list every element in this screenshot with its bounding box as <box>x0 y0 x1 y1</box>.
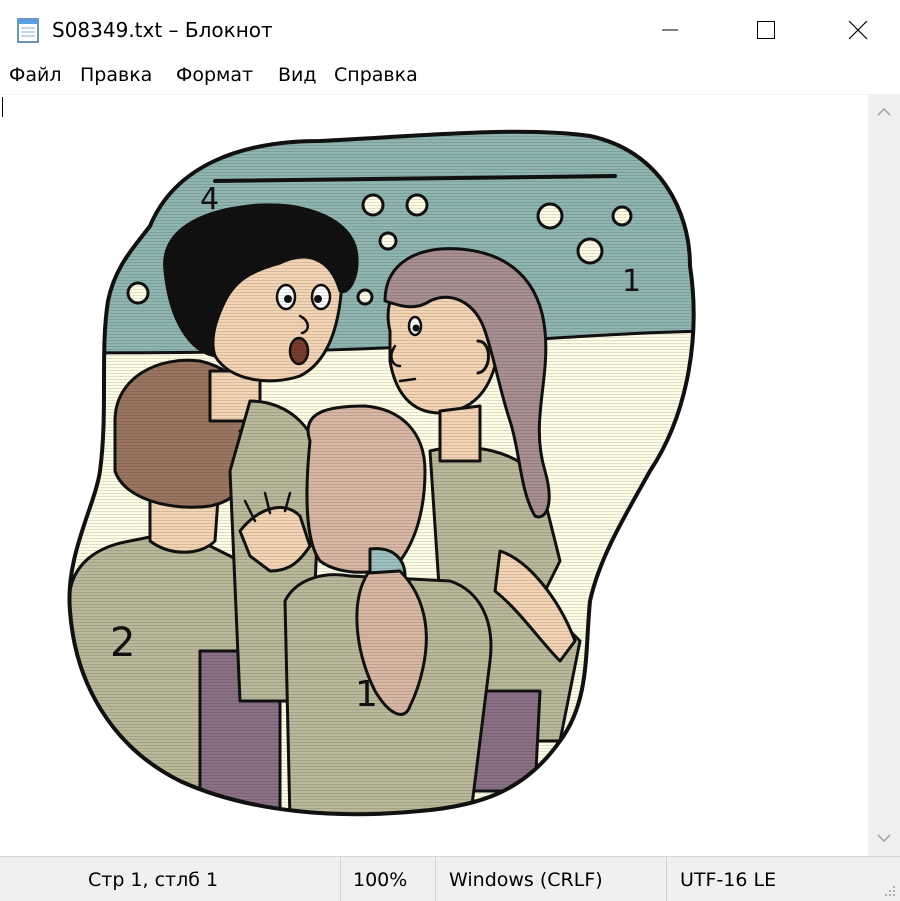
menu-file[interactable]: Файл <box>9 64 62 86</box>
menu-edit[interactable]: Правка <box>80 64 152 86</box>
close-button[interactable] <box>812 0 900 60</box>
scroll-down-icon[interactable] <box>876 830 892 846</box>
menu-help[interactable]: Справка <box>334 64 418 86</box>
notepad-icon <box>17 18 39 43</box>
text-area[interactable]: 4 1 2 <box>0 94 868 857</box>
minimize-icon <box>662 29 678 31</box>
status-bar: Стр 1, стлб 1 100% Windows (CRLF) UTF-16… <box>0 856 900 901</box>
line-endings-text: Windows (CRLF) <box>449 869 603 891</box>
encoding-text: UTF-16 LE <box>680 869 777 891</box>
status-encoding: UTF-16 LE <box>667 857 867 901</box>
vertical-scrollbar[interactable] <box>868 94 900 856</box>
scroll-up-icon[interactable] <box>876 104 892 120</box>
status-line-endings: Windows (CRLF) <box>436 857 666 901</box>
title-bar[interactable]: S08349.txt – Блокнот <box>0 0 900 60</box>
zoom-level-text: 100% <box>353 869 408 891</box>
children-in-team-shirts-illustration: 4 1 2 <box>67 129 696 817</box>
status-position: Стр 1, стлб 1 <box>0 857 340 901</box>
maximize-button[interactable] <box>720 0 812 60</box>
maximize-icon <box>757 21 775 39</box>
cursor-position-text: Стр 1, стлб 1 <box>88 869 219 891</box>
window-title: S08349.txt – Блокнот <box>52 18 273 42</box>
close-icon <box>848 20 868 40</box>
menu-view[interactable]: Вид <box>278 64 317 86</box>
menu-bar: Файл Правка Формат Вид Справка <box>0 60 900 94</box>
resize-grip-icon[interactable] <box>882 883 896 897</box>
menu-format[interactable]: Формат <box>176 64 253 86</box>
text-caret <box>2 97 3 117</box>
status-zoom: 100% <box>341 857 435 901</box>
minimize-button[interactable] <box>624 0 716 60</box>
